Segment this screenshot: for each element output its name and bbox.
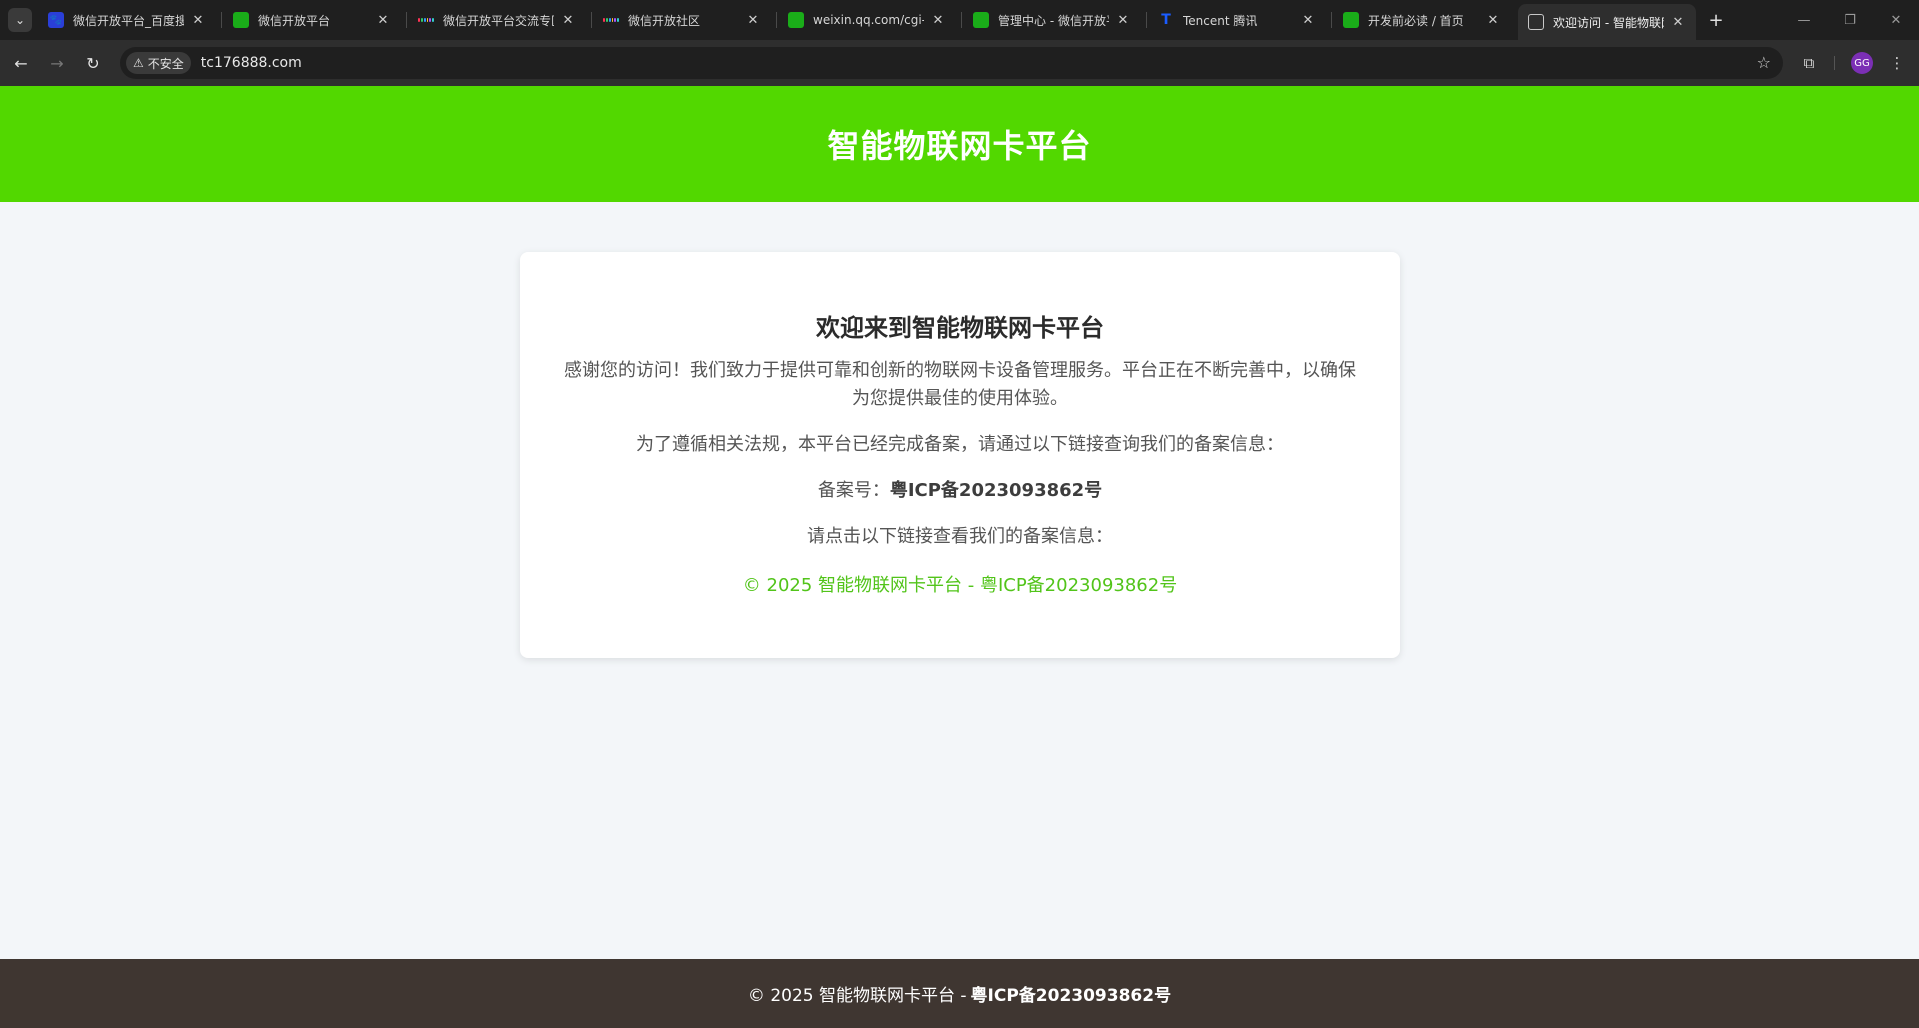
bookmark-star-icon[interactable]: ☆ [1757, 53, 1771, 72]
tab-title: 欢迎访问 - 智能物联网 [1553, 15, 1664, 30]
tab-title: 开发前必读 / 首页 [1368, 13, 1464, 28]
back-arrow-icon[interactable]: ← [6, 48, 36, 78]
browser-toolbar: ← → ↻ ⚠ 不安全 tc176888.com ☆ ⧉ GG ⋮ [0, 40, 1919, 86]
tab-divider [961, 12, 962, 28]
extensions-puzzle-icon[interactable]: ⧉ [1794, 48, 1824, 78]
restore-icon[interactable]: ❐ [1836, 6, 1864, 34]
tab-title: 微信开放平台_百度搜 [73, 13, 184, 28]
intro-paragraph: 感谢您的访问！我们致力于提供可靠和创新的物联网卡设备管理服务。平台正在不断完善中… [564, 360, 1356, 409]
tab-divider [776, 12, 777, 28]
tab-title: 微信开放社区 [628, 13, 701, 28]
tab-title: Tencent 腾讯 [1183, 13, 1258, 28]
site-header: 智能物联网卡平台 [0, 86, 1919, 202]
tab-wechat-forum[interactable]: 微信开放平台交流专区 ✕ [408, 4, 586, 36]
tab-title: 微信开放平台 [258, 13, 331, 28]
close-icon[interactable]: ✕ [745, 12, 761, 28]
tab-title: weixin.qq.com/cgi-b [813, 13, 924, 27]
wechat-icon [788, 12, 804, 28]
close-icon[interactable]: ✕ [1670, 14, 1686, 30]
tab-tencent[interactable]: T Tencent 腾讯 ✕ [1148, 4, 1326, 36]
site-footer: © 2025 智能物联网卡平台 - 粤ICP备2023093862号 [0, 959, 1919, 1028]
icp-label: 备案号： [817, 480, 890, 501]
tab-divider [1146, 12, 1147, 28]
footer-copyright: © 2025 智能物联网卡平台 - [747, 986, 967, 1006]
forward-arrow-icon[interactable]: → [42, 48, 72, 78]
close-icon[interactable]: ✕ [1115, 12, 1131, 28]
close-icon[interactable]: ✕ [930, 12, 946, 28]
security-indicator[interactable]: ⚠ 不安全 [126, 52, 191, 74]
tab-search-chevron-icon[interactable]: ⌄ [8, 8, 32, 32]
tab-admin-center[interactable]: 管理中心 - 微信开放平 ✕ [963, 4, 1141, 36]
baidu-paw-icon: 🐾 [48, 12, 64, 28]
compliance-paragraph: 为了遵循相关法规，本平台已经完成备案，请通过以下链接查询我们的备案信息： [636, 434, 1284, 455]
grid-icon [418, 12, 434, 28]
tab-dev-readme[interactable]: 开发前必读 / 首页 ✕ [1333, 4, 1511, 36]
footer-icp: 粤ICP备2023093862号 [970, 986, 1172, 1006]
toolbar-divider [1834, 56, 1835, 70]
close-icon[interactable]: ✕ [375, 12, 391, 28]
icp-record-line: 备案号：粤ICP备2023093862号 [520, 477, 1400, 505]
profile-avatar[interactable]: GG [1851, 52, 1873, 74]
tab-title: 微信开放平台交流专区 [443, 13, 554, 28]
site-title: 智能物联网卡平台 [827, 127, 1092, 165]
tab-strip: ⌄ 🐾 微信开放平台_百度搜 ✕ 微信开放平台 ✕ 微信开放平台交流专区 ✕ 微… [0, 0, 1919, 40]
warning-triangle-icon: ⚠ [133, 56, 144, 70]
link-prompt: 请点击以下链接查看我们的备案信息： [807, 526, 1113, 547]
new-tab-plus-icon[interactable]: + [1704, 8, 1728, 32]
window-close-icon[interactable]: ✕ [1882, 6, 1910, 34]
tab-weixin-cgi[interactable]: weixin.qq.com/cgi-b ✕ [778, 4, 956, 36]
tencent-icon: T [1161, 12, 1171, 28]
icp-record-link[interactable]: © 2025 智能物联网卡平台 - 粤ICP备2023093862号 [743, 571, 1177, 597]
welcome-card: 欢迎来到智能物联网卡平台 感谢您的访问！我们致力于提供可靠和创新的物联网卡设备管… [520, 252, 1400, 658]
tab-baidu[interactable]: 🐾 微信开放平台_百度搜 ✕ [38, 4, 216, 36]
grid-icon [603, 12, 619, 28]
tab-divider [221, 12, 222, 28]
close-icon[interactable]: ✕ [1485, 12, 1501, 28]
tab-divider [1331, 12, 1332, 28]
page-viewport: 智能物联网卡平台 欢迎来到智能物联网卡平台 感谢您的访问！我们致力于提供可靠和创… [0, 86, 1919, 1028]
wechat-icon [233, 12, 249, 28]
minimize-icon[interactable]: — [1790, 6, 1818, 34]
tab-welcome-active[interactable]: 欢迎访问 - 智能物联网 ✕ [1518, 4, 1696, 40]
tab-wechat-community[interactable]: 微信开放社区 ✕ [593, 4, 771, 36]
tab-title: 管理中心 - 微信开放平 [998, 13, 1109, 28]
close-icon[interactable]: ✕ [1300, 12, 1316, 28]
security-label: 不安全 [147, 56, 184, 71]
address-bar[interactable]: ⚠ 不安全 tc176888.com ☆ [120, 47, 1783, 79]
tab-divider [591, 12, 592, 28]
close-icon[interactable]: ✕ [560, 12, 576, 28]
kebab-menu-icon[interactable]: ⋮ [1882, 48, 1912, 78]
wechat-icon [1343, 12, 1359, 28]
close-icon[interactable]: ✕ [190, 12, 206, 28]
globe-icon [1528, 14, 1544, 30]
tab-wechat-open-platform[interactable]: 微信开放平台 ✕ [223, 4, 401, 36]
tab-divider [406, 12, 407, 28]
wechat-icon [973, 12, 989, 28]
reload-icon[interactable]: ↻ [78, 48, 108, 78]
url-text[interactable]: tc176888.com [201, 55, 302, 71]
icp-number: 粤ICP备2023093862号 [889, 480, 1103, 501]
welcome-heading: 欢迎来到智能物联网卡平台 [816, 314, 1104, 342]
